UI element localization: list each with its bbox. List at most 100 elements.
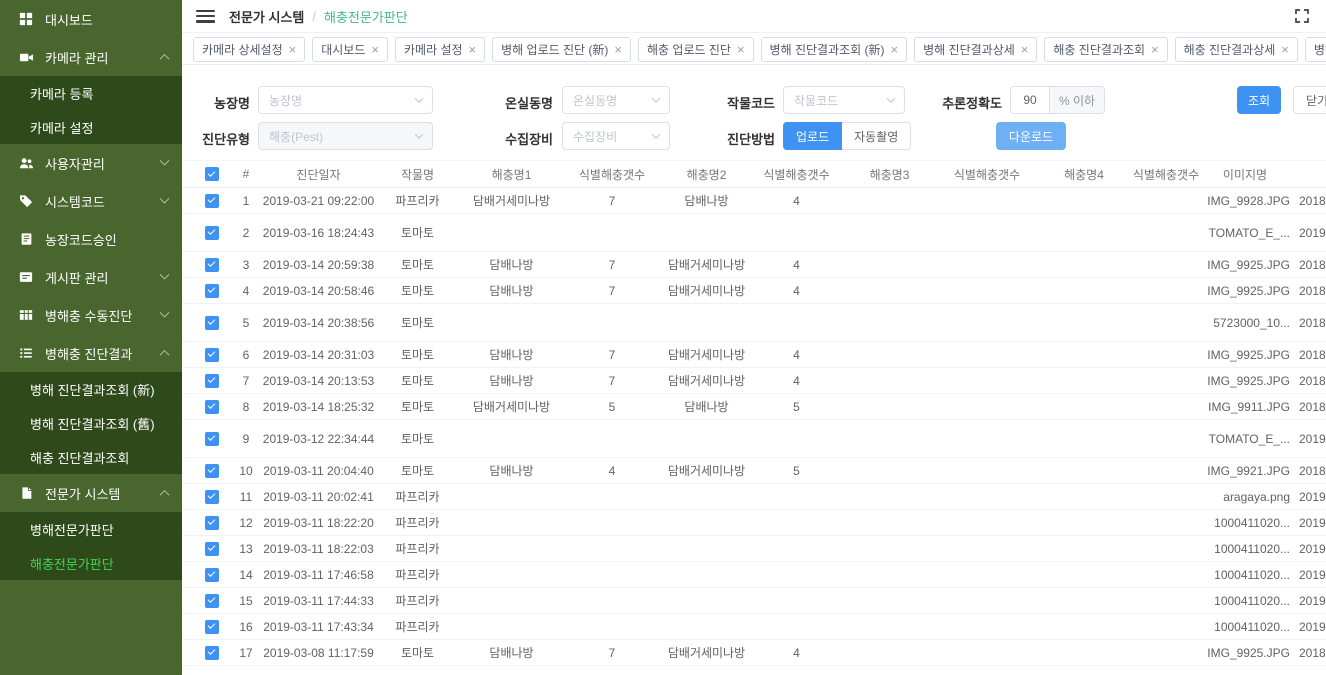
tab-close-icon[interactable]: ×: [1151, 43, 1159, 56]
sidebar-item-해충 진단결과조회[interactable]: 해충 진단결과조회: [0, 440, 182, 474]
farm-name-select[interactable]: 농장명: [258, 86, 433, 114]
tab-병해 진단결과조회 (新)[interactable]: 병해 진단결과조회 (新) ×: [761, 37, 908, 62]
cell-crop: 토마토: [375, 346, 460, 363]
cell-cnt2: 4: [752, 284, 841, 298]
tab-close-icon[interactable]: ×: [371, 43, 379, 56]
device-label: 수집장비: [483, 129, 553, 148]
row-checkbox[interactable]: [205, 348, 219, 362]
row-checkbox[interactable]: [205, 284, 219, 298]
table-row[interactable]: 152019-03-11 17:44:33파프리카1000411020...20…: [182, 588, 1326, 614]
row-checkbox[interactable]: [205, 374, 219, 388]
table-row[interactable]: 82019-03-14 18:25:32토마토담배거세미나방5담배나방5IMG_…: [182, 394, 1326, 420]
row-checkbox[interactable]: [205, 620, 219, 634]
hamburger-menu-icon[interactable]: [196, 10, 215, 23]
tab-label: 해충 진단결과조회: [1053, 41, 1145, 58]
table-row[interactable]: 52019-03-14 20:38:56토마토5723000_10...2018: [182, 304, 1326, 342]
fullscreen-icon[interactable]: [1294, 8, 1310, 24]
row-checkbox[interactable]: [205, 400, 219, 414]
row-checkbox[interactable]: [205, 316, 219, 330]
tab-해충 업로드 진단[interactable]: 해충 업로드 진단×: [638, 37, 754, 62]
tab-해충 진단결과조회[interactable]: 해충 진단결과조회 ×: [1044, 37, 1167, 62]
table-row[interactable]: 162019-03-11 17:43:34파프리카1000411020...20…: [182, 614, 1326, 640]
crop-code-select[interactable]: 작물코드: [783, 86, 905, 114]
tab-close-icon[interactable]: ×: [614, 43, 622, 56]
sidebar-item-병해 진단결과조회 (舊)[interactable]: 병해 진단결과조회 (舊): [0, 406, 182, 440]
tab-카메라 설정[interactable]: 카메라 설정×: [395, 37, 485, 62]
row-checkbox[interactable]: [205, 432, 219, 446]
table-row[interactable]: 112019-03-11 20:02:41파프리카aragaya.png2019: [182, 484, 1326, 510]
tab-label: 해충 진단결과상세: [1184, 41, 1276, 58]
table-row[interactable]: 102019-03-11 20:04:40토마토담배나방4담배거세미나방5IMG…: [182, 458, 1326, 484]
farm-name-placeholder: 농장명: [269, 92, 416, 109]
table-row[interactable]: 142019-03-11 17:46:58파프리카1000411020...20…: [182, 562, 1326, 588]
greenhouse-select[interactable]: 온실동명: [562, 86, 670, 114]
select-all-checkbox[interactable]: [205, 167, 219, 181]
sidebar-item-전문가 시스템[interactable]: 전문가 시스템: [0, 474, 182, 512]
table-row[interactable]: 72019-03-14 20:13:53토마토담배나방7담배거세미나방4IMG_…: [182, 368, 1326, 394]
row-checkbox[interactable]: [205, 516, 219, 530]
chevron-up-icon: [160, 349, 170, 359]
greenhouse-label: 온실동명: [483, 93, 553, 112]
chevron-up-icon: [160, 489, 170, 499]
cell-reg: 2019: [1290, 542, 1326, 556]
method-option-auto[interactable]: 자동촬영: [842, 122, 911, 150]
tab-label: 병해 진단결과조회 (新): [770, 41, 885, 58]
tab-대시보드[interactable]: 대시보드×: [312, 37, 388, 62]
tab-병해 진단결과상세[interactable]: 병해 진단결과상세×: [914, 37, 1037, 62]
sidebar-item-농장코드승인[interactable]: 농장코드승인: [0, 220, 182, 258]
device-select[interactable]: 수집장비: [562, 122, 670, 150]
tab-close-icon[interactable]: ×: [1021, 43, 1029, 56]
search-button[interactable]: 조회: [1237, 86, 1281, 114]
tab-close-icon[interactable]: ×: [1281, 43, 1289, 56]
tab-close-icon[interactable]: ×: [289, 43, 297, 56]
sidebar-item-대시보드[interactable]: 대시보드: [0, 0, 182, 38]
sidebar-item-카메라 관리[interactable]: 카메라 관리: [0, 38, 182, 76]
sidebar-item-병해충 진단결과[interactable]: 병해충 진단결과: [0, 334, 182, 372]
cell-cnt1: 5: [563, 400, 661, 414]
tab-close-icon[interactable]: ×: [469, 43, 477, 56]
chevron-down-icon: [160, 307, 170, 317]
row-checkbox-cell: [193, 399, 230, 414]
table-row[interactable]: 12019-03-21 09:22:00파프리카담배거세미나방7담배나방4IMG…: [182, 188, 1326, 214]
row-checkbox[interactable]: [205, 646, 219, 660]
tab-병해 업로드 진단 (新)[interactable]: 병해 업로드 진단 (新)×: [492, 37, 631, 62]
row-checkbox[interactable]: [205, 490, 219, 504]
tab-close-icon[interactable]: ×: [891, 43, 899, 56]
sidebar-item-카메라 등록[interactable]: 카메라 등록: [0, 76, 182, 110]
tab-해충 진단결과상세[interactable]: 해충 진단결과상세 ×: [1175, 37, 1298, 62]
tab-close-icon[interactable]: ×: [737, 43, 745, 56]
row-checkbox[interactable]: [205, 594, 219, 608]
row-checkbox[interactable]: [205, 258, 219, 272]
column-header-#: #: [230, 167, 262, 181]
sidebar-item-해충전문가판단[interactable]: 해충전문가판단: [0, 546, 182, 580]
table-row[interactable]: 132019-03-11 18:22:03파프리카1000411020...20…: [182, 536, 1326, 562]
accuracy-input[interactable]: [1010, 86, 1050, 114]
table-row[interactable]: 172019-03-08 11:17:59토마토담배나방7담배거세미나방4IMG…: [182, 640, 1326, 666]
table-row[interactable]: 22019-03-16 18:24:43토마토TOMATO_E_...2019: [182, 214, 1326, 252]
method-option-upload[interactable]: 업로드: [783, 122, 842, 150]
sidebar-item-병해충 수동진단[interactable]: 병해충 수동진단: [0, 296, 182, 334]
row-checkbox[interactable]: [205, 226, 219, 240]
row-checkbox[interactable]: [205, 194, 219, 208]
tab-카메라 상세설정[interactable]: 카메라 상세설정×: [193, 37, 305, 62]
row-checkbox[interactable]: [205, 542, 219, 556]
table-row[interactable]: 42019-03-14 20:58:46토마토담배나방7담배거세미나방4IMG_…: [182, 278, 1326, 304]
sidebar-item-시스템코드[interactable]: 시스템코드: [0, 182, 182, 220]
tab-병해전문가판단[interactable]: 병해전문가판단×: [1305, 37, 1326, 62]
table-row[interactable]: 32019-03-14 20:59:38토마토담배나방7담배거세미나방4IMG_…: [182, 252, 1326, 278]
sidebar-item-병해 진단결과조회 (新)[interactable]: 병해 진단결과조회 (新): [0, 372, 182, 406]
cell-reg: 2019: [1290, 594, 1326, 608]
close-button[interactable]: 닫기: [1293, 86, 1326, 114]
cell-num: 3: [230, 258, 262, 272]
sidebar-item-사용자관리[interactable]: 사용자관리: [0, 144, 182, 182]
row-checkbox[interactable]: [205, 464, 219, 478]
sidebar-item-게시판 관리[interactable]: 게시판 관리: [0, 258, 182, 296]
cell-cnt2: 4: [752, 194, 841, 208]
table-row[interactable]: 62019-03-14 20:31:03토마토담배나방7담배거세미나방4IMG_…: [182, 342, 1326, 368]
download-button[interactable]: 다운로드: [996, 122, 1066, 150]
table-row[interactable]: 92019-03-12 22:34:44토마토TOMATO_E_...2019: [182, 420, 1326, 458]
table-row[interactable]: 122019-03-11 18:22:20파프리카1000411020...20…: [182, 510, 1326, 536]
sidebar-item-병해전문가판단[interactable]: 병해전문가판단: [0, 512, 182, 546]
row-checkbox[interactable]: [205, 568, 219, 582]
sidebar-item-카메라 설정[interactable]: 카메라 설정: [0, 110, 182, 144]
